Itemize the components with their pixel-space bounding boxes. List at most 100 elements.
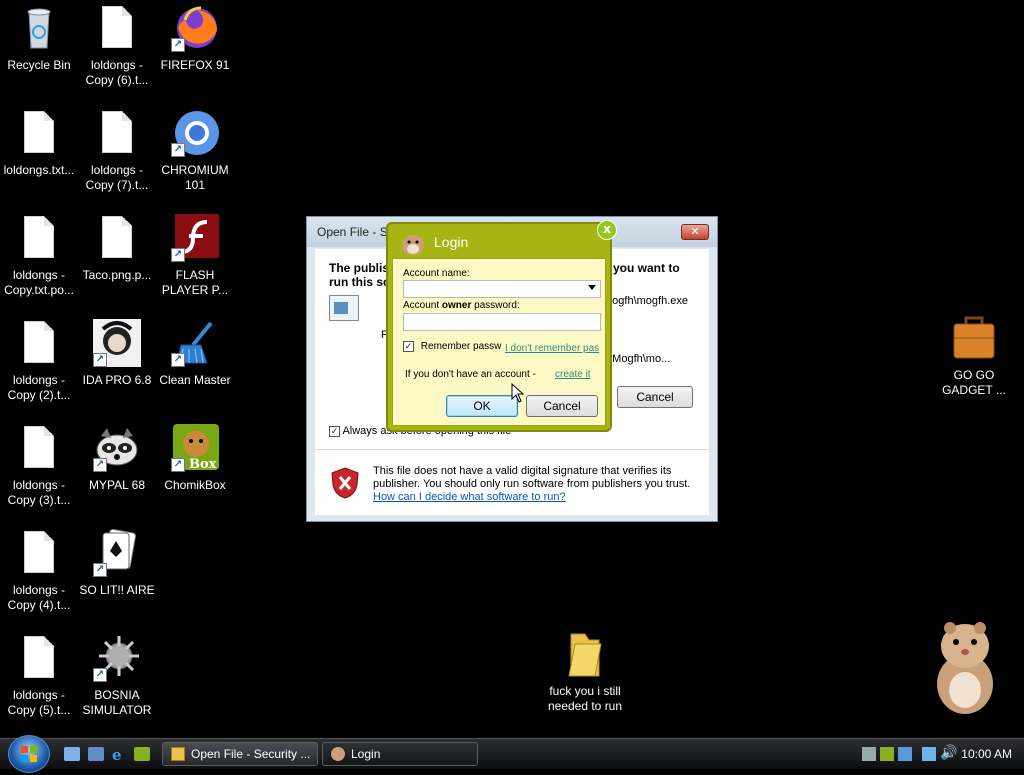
password-input[interactable] bbox=[403, 313, 601, 331]
desktop-icon-loldongs-2[interactable]: loldongs - Copy (2).t... bbox=[0, 319, 78, 403]
desktop-icon-flash[interactable]: ↗ FLASH PLAYER P... bbox=[156, 214, 234, 298]
desktop-icon-label: loldongs - Copy (6).t... bbox=[85, 58, 149, 87]
start-button[interactable] bbox=[8, 735, 50, 773]
recycle-bin-icon bbox=[15, 4, 63, 52]
desktop-icon-firefox[interactable]: ↗ FIREFOX 91 bbox=[156, 4, 234, 73]
raccoon-icon: ↗ bbox=[93, 424, 141, 472]
desktop-icon-label: Taco.png.p... bbox=[82, 268, 152, 282]
system-tray: 🔊 10:00 AM bbox=[854, 739, 1024, 769]
close-icon[interactable]: x bbox=[597, 220, 617, 240]
always-ask-checkbox[interactable]: ✓ bbox=[329, 425, 340, 437]
text-file-icon bbox=[15, 109, 63, 157]
remember-checkbox[interactable]: ✓ bbox=[403, 341, 414, 352]
desktop-icon-bosnia[interactable]: ↗ BOSNIA SIMULATOR bbox=[78, 634, 156, 718]
shortcut-arrow-icon: ↗ bbox=[171, 248, 185, 262]
desktop-icon-loldongs-5[interactable]: loldongs - Copy (5).t... bbox=[0, 634, 78, 718]
cancel-button[interactable]: Cancel bbox=[526, 395, 598, 417]
text-file-icon bbox=[93, 4, 141, 52]
folder-icon bbox=[561, 630, 609, 678]
cancel-button[interactable]: Cancel bbox=[617, 386, 693, 408]
dialog-heading-line2: run this so bbox=[329, 275, 391, 289]
briefcase-icon bbox=[950, 314, 998, 362]
desktop-icon-label: SO LIT!! AIRE bbox=[79, 583, 155, 597]
warning-text: This file does not have a valid digital … bbox=[373, 465, 691, 490]
password-label-post: password: bbox=[471, 300, 520, 311]
internet-explorer-icon[interactable]: e bbox=[110, 746, 126, 764]
shield-warning-icon bbox=[331, 467, 359, 499]
chomikbox-quicklaunch-icon[interactable] bbox=[134, 747, 150, 761]
hamster-mascot-icon[interactable] bbox=[920, 614, 1010, 718]
forgot-password-link[interactable]: I don't remember pas bbox=[505, 343, 599, 354]
ok-button[interactable]: OK bbox=[446, 395, 518, 417]
desktop-icon-folder[interactable]: fuck you i still needed to run bbox=[540, 630, 630, 714]
dialog-heading-right: you want to bbox=[613, 261, 680, 275]
image-file-icon bbox=[93, 214, 141, 262]
chevron-down-icon[interactable] bbox=[588, 285, 596, 290]
taskbar: e Open File - Security ... Login 🔊 10:00… bbox=[0, 735, 1024, 773]
text-file-icon bbox=[15, 214, 63, 262]
show-desktop-icon[interactable] bbox=[64, 747, 80, 761]
desktop-icon-loldongs-copy[interactable]: loldongs - Copy.txt.po... bbox=[0, 214, 78, 298]
no-account-text: If you don't have an account - bbox=[405, 369, 536, 380]
shortcut-arrow-icon: ↗ bbox=[171, 143, 185, 157]
clock[interactable]: 10:00 AM bbox=[961, 739, 1012, 769]
desktop-icon-recycle-bin[interactable]: Recycle Bin bbox=[0, 4, 78, 73]
shortcut-arrow-icon: ↗ bbox=[171, 38, 185, 52]
shortcut-arrow-icon: ↗ bbox=[171, 353, 185, 367]
chomikbox-icon: Box ↗ bbox=[171, 424, 219, 472]
tray-chomik-icon[interactable] bbox=[880, 747, 894, 761]
broom-icon: ↗ bbox=[171, 319, 219, 367]
text-file-icon bbox=[15, 634, 63, 682]
windows-logo-icon bbox=[21, 746, 37, 762]
network-icon[interactable] bbox=[922, 747, 936, 761]
divider bbox=[315, 449, 709, 450]
shortcut-arrow-icon: ↗ bbox=[93, 668, 107, 682]
desktop-icon-label: MYPAL 68 bbox=[88, 478, 146, 492]
desktop-icon-label: loldongs - Copy (4).t... bbox=[7, 583, 71, 612]
help-link[interactable]: How can I decide what software to run? bbox=[373, 491, 566, 503]
create-account-link[interactable]: create it bbox=[555, 369, 591, 380]
taskbar-button-security[interactable]: Open File - Security ... bbox=[162, 742, 318, 766]
remember-label: Remember passw bbox=[420, 341, 502, 353]
hamster-icon bbox=[331, 747, 345, 761]
desktop-icon-cleanmaster[interactable]: ↗ Clean Master bbox=[156, 319, 234, 388]
application-icon bbox=[329, 295, 359, 321]
taskbar-button-label: Open File - Security ... bbox=[191, 747, 311, 761]
desktop-icon-chromium[interactable]: ↗ CHROMIUM 101 bbox=[156, 109, 234, 193]
taskbar-button-login[interactable]: Login bbox=[322, 742, 478, 766]
desktop-icon-loldongs-txt[interactable]: loldongs.txt... bbox=[0, 109, 78, 178]
desktop-icon-label: loldongs - Copy (5).t... bbox=[7, 688, 71, 717]
desktop-icon-loldongs-3[interactable]: loldongs - Copy (3).t... bbox=[0, 424, 78, 508]
spiked-mine-icon: ↗ bbox=[93, 634, 141, 682]
account-name-combobox[interactable] bbox=[403, 280, 601, 298]
desktop-icon-gadget[interactable]: GO GO GADGET ... bbox=[932, 314, 1016, 398]
desktop-icon-label: loldongs - Copy (2).t... bbox=[7, 373, 71, 402]
desktop-icon-loldongs-7[interactable]: loldongs - Copy (7).t... bbox=[78, 109, 156, 193]
close-button[interactable]: ✕ bbox=[681, 224, 709, 240]
tray-app-icon[interactable] bbox=[862, 747, 876, 761]
desktop-icon-ida[interactable]: ↗ IDA PRO 6.8 bbox=[78, 319, 156, 388]
tray-security-icon[interactable] bbox=[898, 747, 912, 761]
text-file-icon bbox=[93, 109, 141, 157]
dialog-heading: The publis bbox=[329, 261, 389, 275]
desktop-icon-mypal[interactable]: ↗ MYPAL 68 bbox=[78, 424, 156, 493]
desktop-icon-solitaire[interactable]: ↗ SO LIT!! AIRE bbox=[78, 528, 156, 598]
mouse-cursor-icon bbox=[511, 382, 525, 403]
shortcut-arrow-icon: ↗ bbox=[93, 563, 107, 577]
desktop-icon-chomikbox[interactable]: Box ↗ ChomikBox bbox=[156, 424, 234, 493]
desktop-icon-loldongs-4[interactable]: loldongs - Copy (4).t... bbox=[0, 529, 78, 613]
svg-text:Box: Box bbox=[189, 457, 217, 472]
desktop-icon-loldongs-6[interactable]: loldongs - Copy (6).t... bbox=[78, 4, 156, 88]
text-file-icon bbox=[15, 319, 63, 367]
flash-player-icon: ↗ bbox=[171, 214, 219, 262]
password-label-pre: Account bbox=[403, 300, 442, 311]
volume-icon[interactable]: 🔊 bbox=[940, 745, 957, 761]
file-path: mogfh\mogfh.exe bbox=[603, 295, 688, 307]
file-location: g\Mogfh\mo... bbox=[603, 353, 671, 365]
desktop-icon-label: FLASH PLAYER P... bbox=[161, 268, 229, 297]
desktop-icon-label: GO GO GADGET ... bbox=[942, 368, 1006, 397]
switch-windows-icon[interactable] bbox=[88, 747, 104, 761]
desktop-icon-taco[interactable]: Taco.png.p... bbox=[78, 214, 156, 283]
desktop-icon-label: IDA PRO 6.8 bbox=[82, 373, 152, 387]
desktop-icon-label: BOSNIA SIMULATOR bbox=[82, 688, 152, 717]
